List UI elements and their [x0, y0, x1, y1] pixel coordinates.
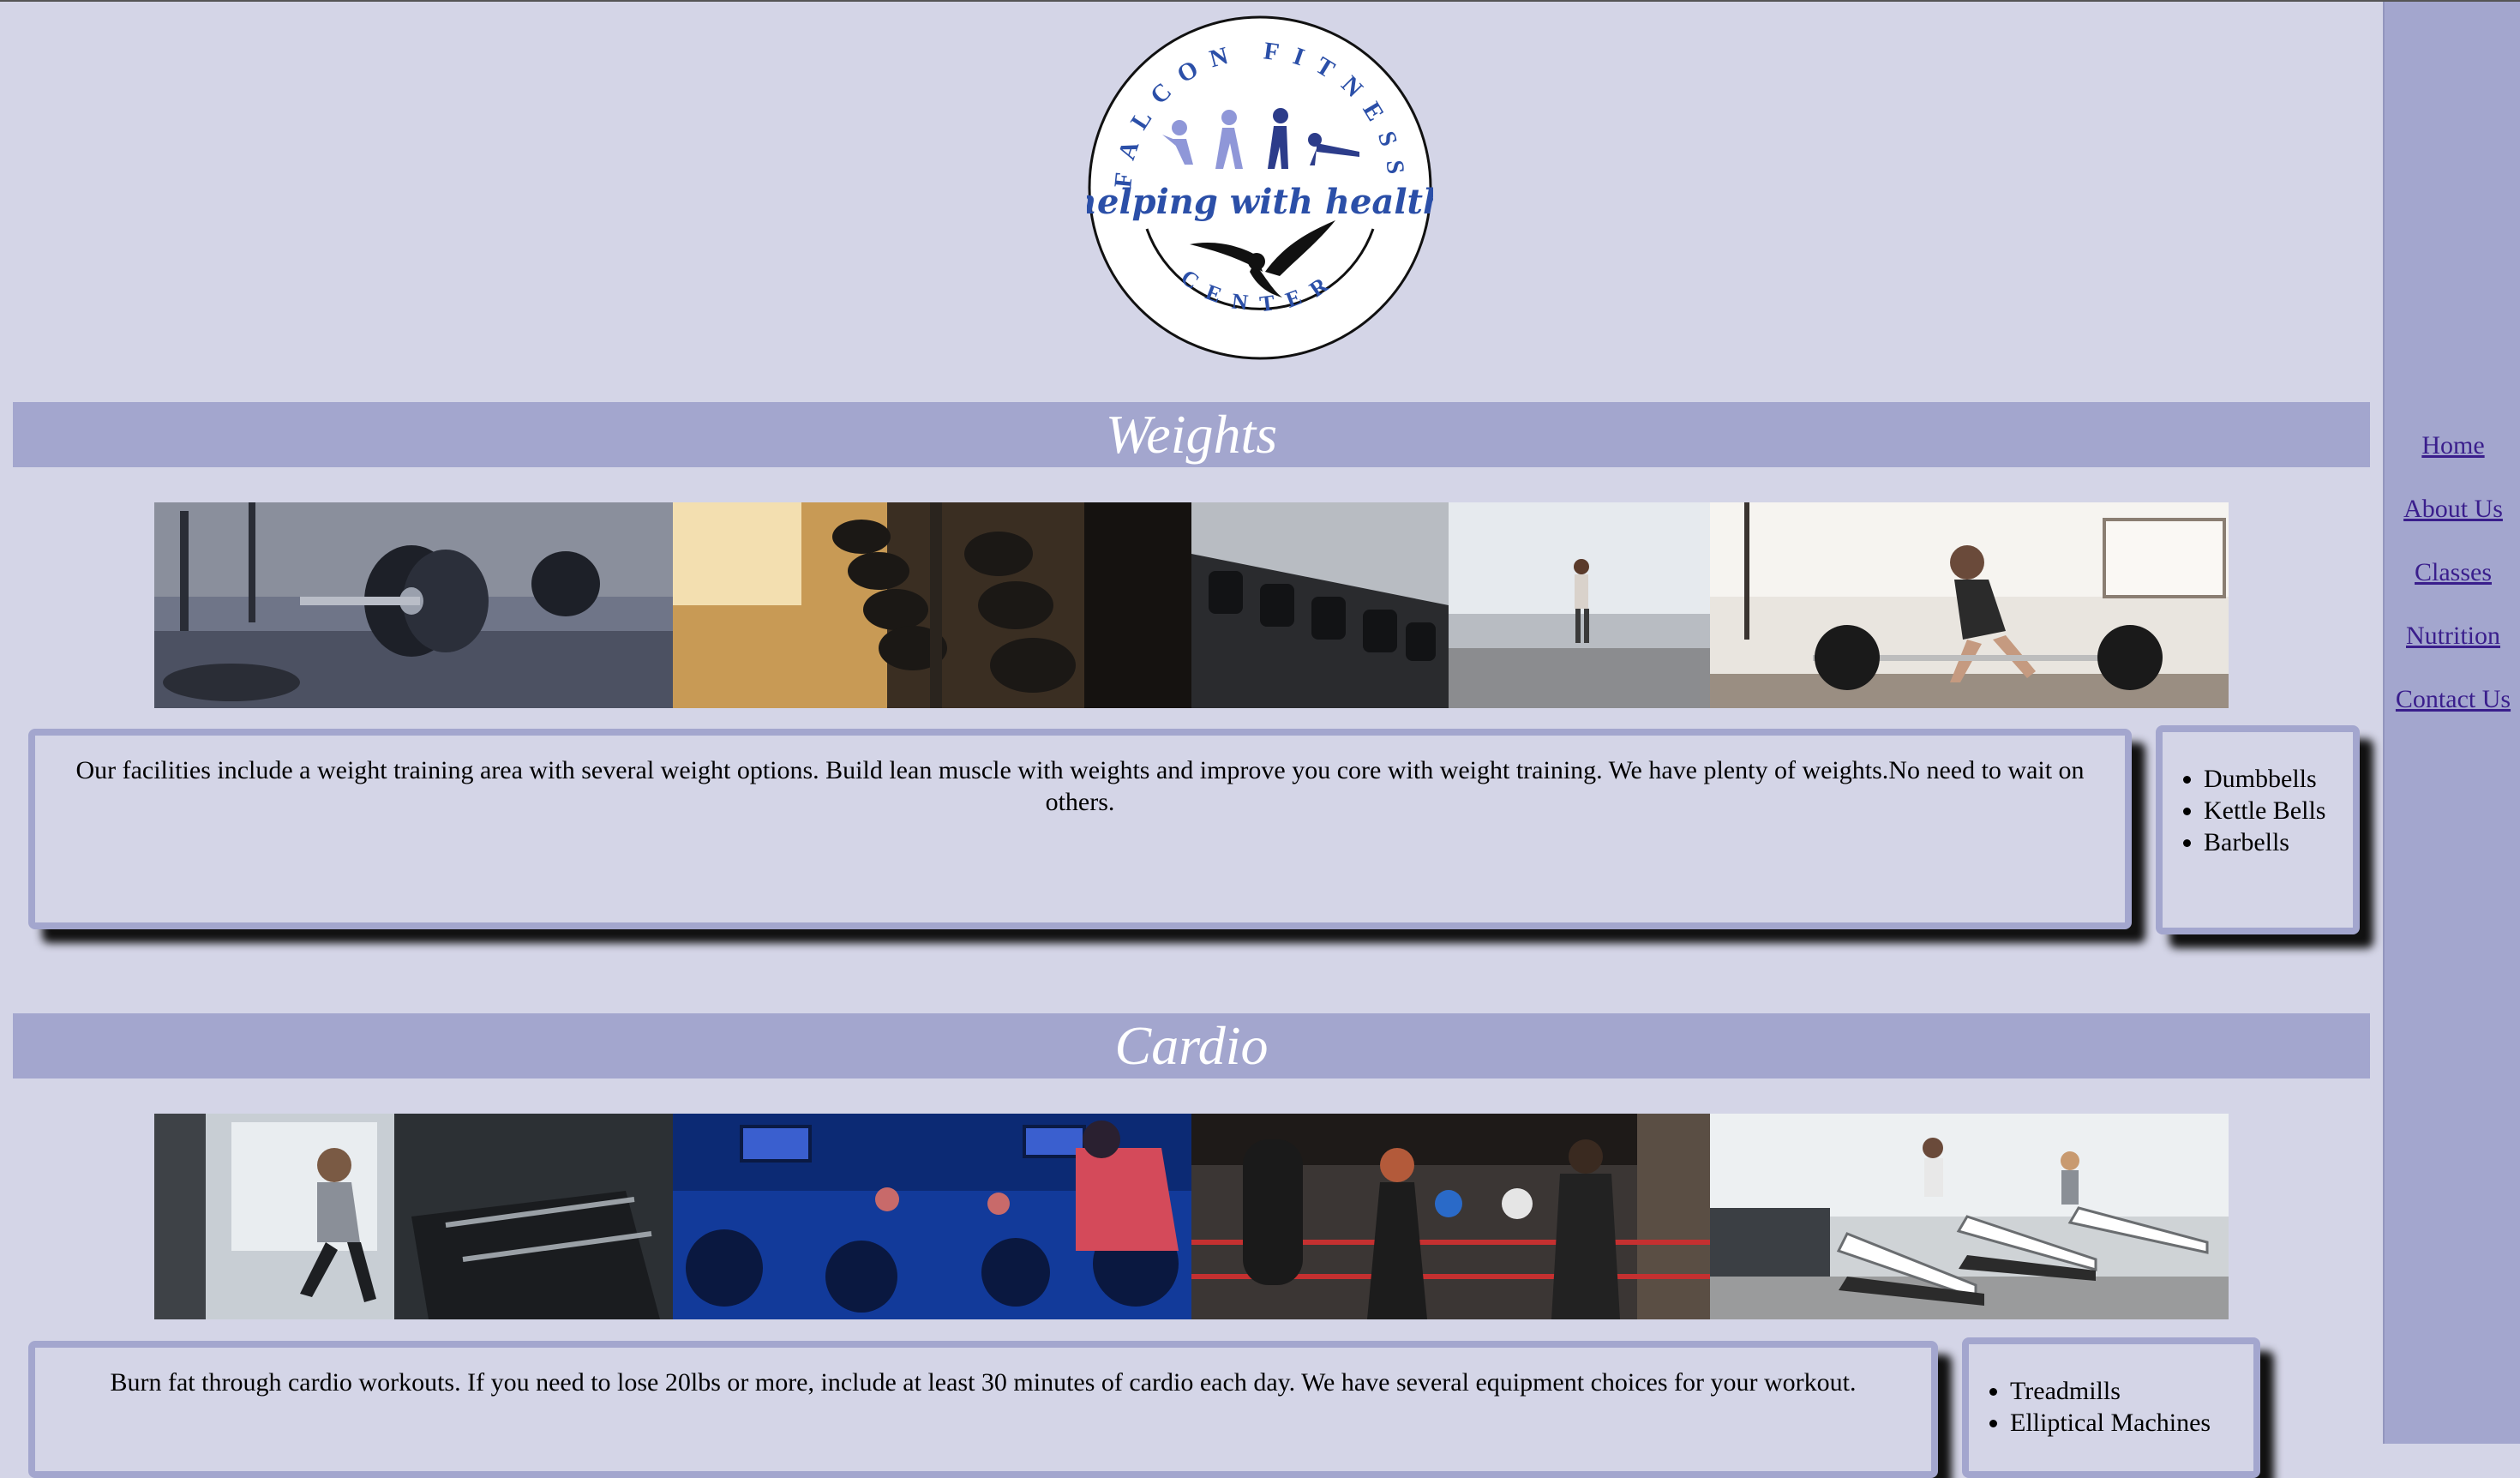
cardio-heading: Cardio: [13, 1013, 2370, 1078]
list-item: Barbells: [2204, 826, 2339, 858]
cardio-equipment-box: Treadmills Elliptical Machines: [1962, 1337, 2260, 1478]
cardio-description: Burn fat through cardio workouts. If you…: [110, 1368, 1857, 1397]
logo-tagline: helping with health: [1087, 182, 1433, 222]
weights-equipment-list: Dumbbells Kettle Bells Barbells: [2163, 763, 2339, 858]
list-item: Dumbbells: [2204, 763, 2339, 795]
cardio-equipment-list: Treadmills Elliptical Machines: [1969, 1375, 2240, 1439]
weights-description: Our facilities include a weight training…: [75, 756, 2085, 816]
nav-link-home[interactable]: Home: [2385, 430, 2520, 461]
sidebar-nav: Home About Us Classes Nutrition Contact …: [2383, 2, 2520, 1444]
cardio-photo-strip: [154, 1114, 2229, 1319]
nav-link-nutrition[interactable]: Nutrition: [2385, 621, 2520, 652]
falcon-fitness-logo: FALCON FITNESS helping with health CENTE…: [1072, 15, 1448, 361]
weights-equipment-box: Dumbbells Kettle Bells Barbells: [2156, 725, 2360, 934]
weights-heading: Weights: [13, 402, 2370, 467]
weights-description-box: Our facilities include a weight training…: [28, 729, 2132, 929]
nav-link-classes[interactable]: Classes: [2385, 557, 2520, 588]
treadmill-row-photo: [1710, 1114, 2229, 1319]
cardio-description-box: Burn fat through cardio workouts. If you…: [28, 1341, 1938, 1478]
main-content: FALCON FITNESS helping with health CENTE…: [0, 0, 2383, 1478]
woman-deadlift-photo: [1710, 502, 2229, 708]
weights-photo-strip: [154, 502, 2229, 708]
barbell-plates-photo: [154, 502, 673, 708]
list-item: Elliptical Machines: [2010, 1407, 2240, 1439]
spin-class-photo: [673, 1114, 1191, 1319]
list-item: Treadmills: [2010, 1375, 2240, 1407]
list-item: Kettle Bells: [2204, 795, 2339, 826]
logo-badge: FALCON FITNESS helping with health CENTE…: [1072, 15, 1448, 360]
dumbbell-rack-photo: [673, 502, 1191, 708]
boxing-training-photo: [1191, 1114, 1710, 1319]
nav-link-about-us[interactable]: About Us: [2385, 494, 2520, 525]
woman-treadmill-photo: [154, 1114, 673, 1319]
nav-link-contact-us[interactable]: Contact Us: [2385, 684, 2520, 715]
nav-links: Home About Us Classes Nutrition Contact …: [2385, 430, 2520, 748]
dumbbell-row-gym-photo: [1191, 502, 1710, 708]
